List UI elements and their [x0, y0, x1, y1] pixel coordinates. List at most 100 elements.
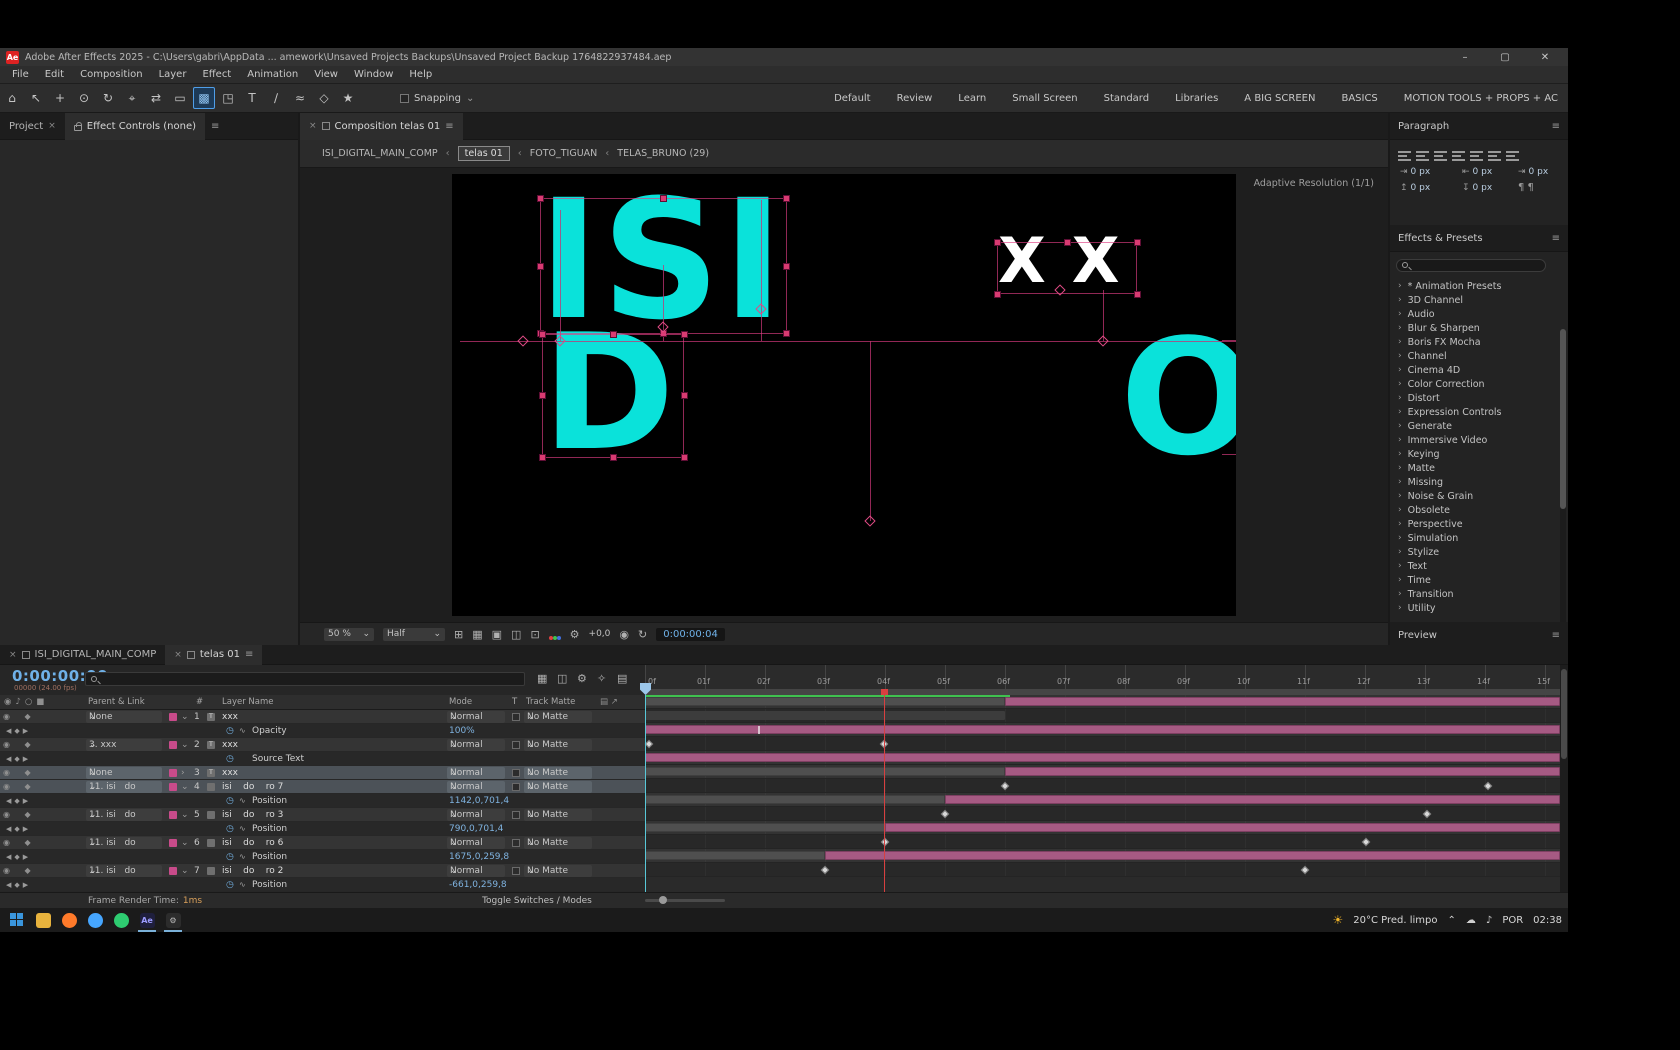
property-name[interactable]: Position	[252, 850, 287, 864]
menu-animation[interactable]: Animation	[239, 69, 306, 80]
align-left-icon[interactable]	[1398, 151, 1411, 162]
effects-category[interactable]: › Generate	[1390, 419, 1562, 433]
channel-icon[interactable]	[548, 625, 561, 644]
menu-window[interactable]: Window	[346, 69, 401, 80]
effects-category[interactable]: › Cinema 4D	[1390, 363, 1562, 377]
track-matte-select[interactable]: No Matte ⌄	[524, 865, 592, 877]
selection-handle[interactable]	[681, 392, 688, 399]
clone-tool-icon[interactable]: ≈	[289, 87, 311, 109]
composition-mini-flowchart-icon[interactable]: ▦	[537, 672, 547, 685]
parent-select[interactable]: None ⌄	[86, 711, 162, 723]
selection-handle[interactable]	[994, 239, 1001, 246]
col-parent-link[interactable]: Parent & Link	[88, 695, 145, 710]
composition-viewer[interactable]: Adaptive Resolution (1/1) ISI D O XX	[300, 168, 1388, 622]
viewer-timecode[interactable]: 0:00:00:04	[656, 627, 725, 641]
layer-name[interactable]: xxx	[222, 766, 238, 780]
effects-category[interactable]: › Boris FX Mocha	[1390, 335, 1562, 349]
keyframe-icon[interactable]	[1000, 781, 1010, 791]
col-t[interactable]: T	[512, 695, 517, 710]
taskbar-after-effects-icon[interactable]: Ae	[134, 908, 160, 932]
orbit-tool-icon[interactable]: ↻	[97, 87, 119, 109]
zoom-tool-icon[interactable]: ⊙	[73, 87, 95, 109]
mode-select[interactable]: Normal ⌄	[447, 739, 505, 751]
twirl-icon[interactable]: ⌄	[181, 836, 189, 850]
mode-select[interactable]: Normal ⌄	[447, 837, 505, 849]
selection-box-isi[interactable]	[540, 198, 787, 334]
close-button[interactable]: ✕	[1528, 52, 1562, 63]
keyframe-icon[interactable]	[1361, 837, 1371, 847]
breadcrumb-telas-01[interactable]: telas 01	[457, 146, 510, 161]
breadcrumb-main-comp[interactable]: ISI_DIGITAL_MAIN_COMP	[322, 148, 438, 159]
audio-icon[interactable]: ♪	[1486, 915, 1492, 926]
track-matte-select[interactable]: No Matte ⌄	[524, 767, 592, 779]
selection-handle[interactable]	[1134, 291, 1141, 298]
hand-tool-icon[interactable]: +	[49, 87, 71, 109]
composition-canvas[interactable]: ISI D O XX	[452, 174, 1236, 616]
breadcrumb-telas-bruno[interactable]: TELAS_BRUNO (29)	[617, 148, 709, 159]
layer-switches[interactable]: ◉ ◆	[3, 864, 37, 878]
keyframe-icon[interactable]	[1483, 781, 1493, 791]
property-row[interactable]: ◀◆▶ ◷ ∿ Position 1142,0,701,4	[0, 794, 645, 808]
effects-category[interactable]: › 3D Channel	[1390, 293, 1562, 307]
panel-menu-icon[interactable]: ≡	[1552, 233, 1560, 244]
selection-box-d[interactable]	[542, 334, 684, 458]
parent-select[interactable]: 11. isi do ⌄	[86, 865, 162, 877]
mask-visibility-icon[interactable]: ▣	[492, 628, 502, 641]
mode-select[interactable]: Normal ⌄	[447, 767, 505, 779]
justify-last-right-icon[interactable]	[1488, 151, 1501, 162]
tab-project[interactable]: Project ×	[0, 113, 65, 140]
selection-handle[interactable]	[660, 195, 667, 202]
panel-menu-icon[interactable]: ≡	[1552, 121, 1560, 132]
menu-help[interactable]: Help	[401, 69, 440, 80]
layer-row[interactable]: ◉ ◆ None ⌄ ⌄ 1 T xxx Normal ⌄ No Matte ⌄	[0, 710, 645, 724]
space-after-field[interactable]: ↧ 0 px	[1462, 183, 1492, 193]
effects-category[interactable]: › Text	[1390, 559, 1562, 573]
taskbar-browser-icon[interactable]	[82, 908, 108, 932]
keyframe-icon[interactable]	[644, 739, 654, 749]
effects-category[interactable]: › Matte	[1390, 461, 1562, 475]
layer-row[interactable]: ◉ ◆ None ⌄ › 3 T xxx Normal ⌄ No Matte ⌄	[0, 766, 645, 780]
safe-guides-icon[interactable]: ⊞	[454, 628, 463, 641]
show-snapshot-icon[interactable]: ↻	[638, 628, 647, 641]
roto-tool-icon[interactable]: ◇	[313, 87, 335, 109]
twirl-icon[interactable]: ›	[181, 766, 185, 780]
snapping-checkbox[interactable]	[400, 93, 409, 103]
region-icon[interactable]: ◫	[511, 628, 521, 641]
label-color-chip[interactable]	[169, 713, 177, 721]
close-tab-icon[interactable]: ×	[48, 121, 56, 131]
keyframe-icon[interactable]	[1300, 865, 1310, 875]
puppet-tool-icon[interactable]: ★	[337, 87, 359, 109]
hide-shy-layers-icon[interactable]: ⚙	[577, 672, 587, 685]
track-matte-select[interactable]: No Matte ⌄	[524, 739, 592, 751]
effects-category[interactable]: › Immersive Video	[1390, 433, 1562, 447]
selection-handle[interactable]	[783, 263, 790, 270]
parent-select[interactable]: 11. isi do ⌄	[86, 837, 162, 849]
timeline-scrollbar[interactable]	[1560, 665, 1568, 892]
selection-handle[interactable]	[1134, 239, 1141, 246]
resolution-select[interactable]: Half ⌄	[383, 627, 445, 641]
taskbar-explorer-icon[interactable]	[30, 908, 56, 932]
t-checkbox[interactable]	[512, 769, 520, 777]
shape-tool-icon[interactable]: ▭	[169, 87, 191, 109]
tab-composition[interactable]: × Composition telas 01 ≡	[300, 112, 463, 140]
layer-switches[interactable]: ◉ ◆	[3, 836, 37, 850]
property-name[interactable]: Source Text	[252, 752, 304, 766]
effects-category[interactable]: › Audio	[1390, 307, 1562, 321]
layer-row[interactable]: ◉ ◆ 11. isi do ⌄ ⌄ 5 isi do ro 3 Normal ⌄ …	[0, 808, 645, 822]
maximize-button[interactable]: ▢	[1488, 52, 1522, 63]
menu-layer[interactable]: Layer	[151, 69, 195, 80]
keyframe-navigator[interactable]: ◀◆▶	[6, 850, 31, 864]
keyframe-navigator[interactable]: ◀◆▶	[6, 878, 31, 892]
stopwatch-icon[interactable]: ◷	[226, 850, 234, 864]
weather-text[interactable]: 20°C Pred. limpo	[1353, 915, 1437, 926]
menu-file[interactable]: File	[4, 69, 37, 80]
layer-bar[interactable]	[825, 851, 1560, 860]
tab-effect-controls[interactable]: Effect Controls (none)	[64, 112, 206, 140]
col-track-matte[interactable]: Track Matte	[526, 695, 575, 710]
minimize-button[interactable]: –	[1448, 52, 1482, 63]
property-value[interactable]: 1142,0,701,4	[449, 794, 509, 808]
justify-last-center-icon[interactable]	[1470, 151, 1483, 162]
effects-search-input[interactable]	[1396, 259, 1546, 272]
timeline-tab-main-comp[interactable]: × ISI_DIGITAL_MAIN_COMP	[0, 645, 165, 665]
graph-icon[interactable]: ∿	[239, 878, 246, 892]
